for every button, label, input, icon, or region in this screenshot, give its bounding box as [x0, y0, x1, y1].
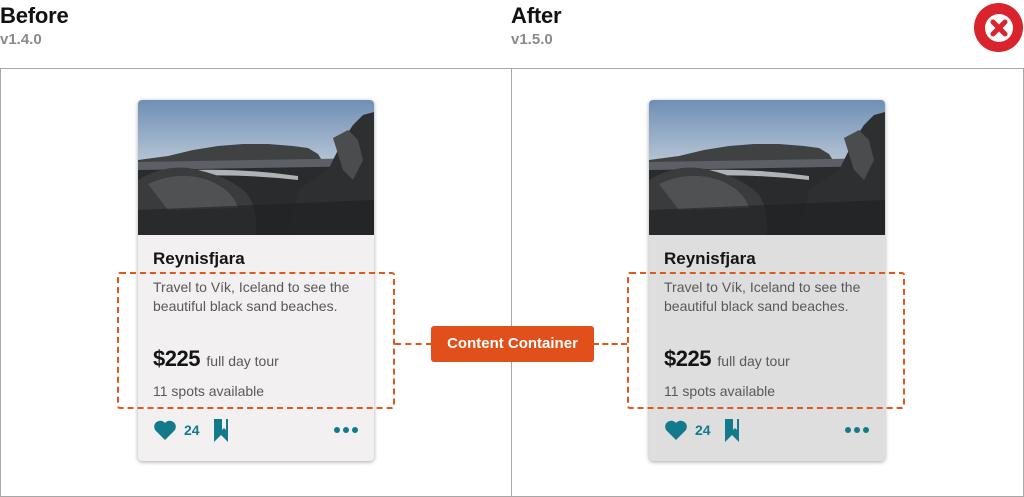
before-title: Before	[0, 3, 69, 28]
bookmark-icon[interactable]	[723, 418, 741, 443]
after-version: v1.5.0	[511, 31, 553, 48]
card-image	[649, 100, 885, 235]
after-title: After	[511, 3, 562, 28]
card-title: Reynisfjara	[153, 249, 245, 268]
annotation-connector-left	[395, 343, 432, 345]
bookmark-icon[interactable]	[212, 418, 230, 443]
after-header: After v1.5.0	[511, 3, 562, 48]
card-actions: 24	[664, 418, 870, 444]
fail-status-badge	[974, 3, 1023, 52]
close-icon	[984, 13, 1013, 42]
more-icon[interactable]	[333, 426, 359, 434]
heart-icon[interactable]	[153, 419, 177, 441]
before-version: v1.4.0	[0, 31, 42, 48]
card-title: Reynisfjara	[664, 249, 756, 268]
card-actions: 24	[153, 418, 359, 444]
like-count: 24	[184, 422, 200, 438]
like-count: 24	[695, 422, 711, 438]
content-container-outline-before	[117, 272, 395, 409]
card-image	[138, 100, 374, 235]
more-icon[interactable]	[844, 426, 870, 434]
annotation-connector-right	[593, 343, 627, 345]
heart-icon[interactable]	[664, 419, 688, 441]
content-container-outline-after	[627, 272, 905, 409]
before-header: Before v1.4.0	[0, 4, 69, 48]
content-container-label: Content Container	[431, 326, 594, 362]
